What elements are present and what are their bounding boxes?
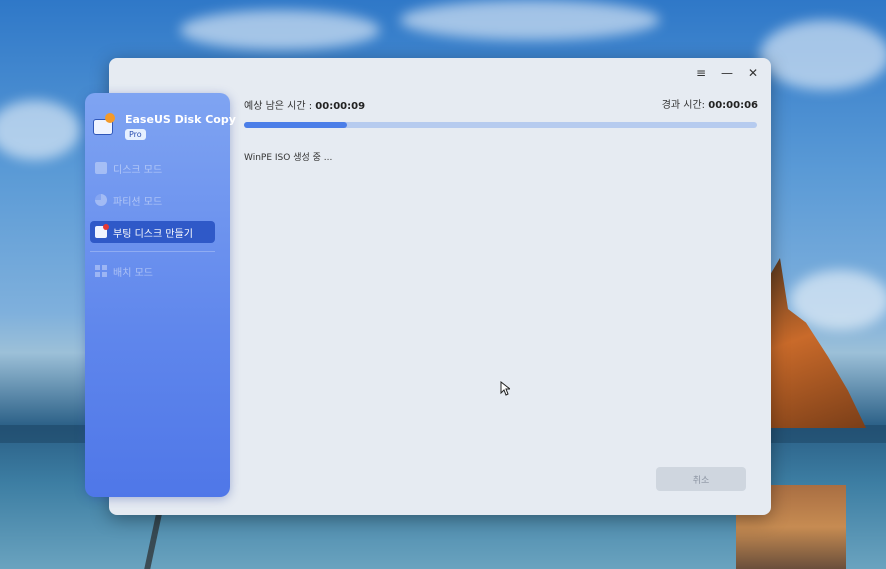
sidebar-item-label: 배치 모드 — [113, 267, 153, 279]
sidebar-item-label: 부팅 디스크 만들기 — [113, 228, 193, 240]
sidebar-item-create-bootable-disk[interactable]: 부팅 디스크 만들기 — [90, 221, 215, 243]
time-elapsed: 경과 시간: 00:00:06 — [662, 96, 758, 111]
pro-badge: Pro — [125, 129, 146, 140]
disk-icon — [95, 162, 107, 174]
sidebar-item-batch-mode[interactable]: 배치 모드 — [90, 260, 215, 282]
cancel-button[interactable]: 취소 — [656, 467, 746, 491]
menu-icon[interactable]: ≡ — [694, 66, 708, 80]
progress-bar — [244, 122, 757, 128]
time-elapsed-value: 00:00:06 — [708, 100, 758, 111]
time-remaining-label: 예상 남은 시간 : — [244, 101, 313, 112]
minimize-icon[interactable]: — — [720, 66, 734, 80]
time-remaining-value: 00:00:09 — [315, 101, 366, 112]
partition-icon — [95, 194, 107, 206]
time-remaining: 예상 남은 시간 : 00:00:09 — [244, 97, 365, 112]
progress-fill — [244, 122, 347, 128]
sidebar-item-label: 파티션 모드 — [113, 196, 163, 208]
app-title: EaseUS Disk Copy — [125, 113, 236, 126]
bootable-disk-icon — [95, 224, 109, 238]
sidebar-item-disk-mode[interactable]: 디스크 모드 — [90, 157, 215, 179]
sidebar-item-label: 디스크 모드 — [113, 164, 163, 176]
easeus-logo-icon — [93, 113, 117, 137]
sidebar: EaseUS Disk Copy Pro 디스크 모드 파티션 모드 부팅 디스… — [85, 93, 236, 497]
sidebar-item-partition-mode[interactable]: 파티션 모드 — [90, 189, 215, 211]
sidebar-divider — [90, 251, 215, 252]
batch-icon — [95, 265, 107, 277]
status-text: WinPE ISO 생성 중 ... — [244, 153, 333, 163]
close-icon[interactable]: ✕ — [746, 66, 760, 80]
time-elapsed-label: 경과 시간: — [661, 100, 706, 111]
